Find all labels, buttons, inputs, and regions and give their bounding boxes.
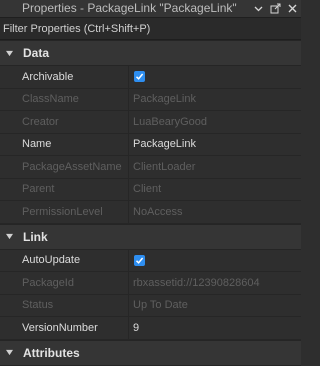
property-value: rbxassetid://12390828604: [128, 272, 301, 294]
property-name: VersionNumber: [22, 321, 98, 334]
property-name: Status: [22, 299, 54, 312]
popout-icon[interactable]: [270, 3, 281, 14]
archivable-checkbox[interactable]: [134, 71, 145, 83]
filter-bar: [0, 18, 301, 40]
property-name: Name: [22, 138, 52, 151]
window-titlebar: Properties - PackageLink "PackageLink": [0, 0, 301, 18]
property-row-packageid[interactable]: PackageId rbxassetid://12390828604: [0, 272, 301, 295]
collapse-triangle-icon: [6, 50, 13, 56]
section-link-header[interactable]: Link: [0, 223, 301, 250]
property-row-packageassetname[interactable]: PackageAssetName ClientLoader: [0, 156, 301, 179]
close-icon[interactable]: [287, 3, 298, 14]
property-value: [128, 66, 301, 88]
property-name: Creator: [22, 115, 59, 128]
section-label: Data: [23, 46, 50, 60]
property-row-creator[interactable]: Creator LuaBearyGood: [0, 111, 301, 134]
property-row-versionnumber[interactable]: VersionNumber 9: [0, 317, 301, 340]
property-name: PackageAssetName: [22, 160, 122, 173]
property-value: [128, 249, 301, 271]
property-value: Client: [128, 178, 301, 200]
property-name: Parent: [22, 183, 55, 196]
property-row-autoupdate[interactable]: AutoUpdate: [0, 249, 301, 272]
filter-properties-input[interactable]: [3, 22, 283, 35]
name-value-field[interactable]: PackageLink: [128, 133, 301, 155]
property-value: ClientLoader: [128, 156, 301, 178]
property-name: AutoUpdate: [22, 254, 81, 267]
chevron-down-icon[interactable]: [253, 3, 264, 14]
checkmark-icon: [135, 73, 144, 81]
property-value: LuaBearyGood: [128, 111, 301, 133]
property-row-status[interactable]: Status Up To Date: [0, 294, 301, 317]
section-data-header[interactable]: Data: [0, 40, 301, 66]
section-label: Link: [23, 229, 48, 244]
property-value: Up To Date: [128, 294, 301, 316]
property-value: 9: [128, 317, 301, 339]
property-name: PackageId: [22, 276, 74, 289]
property-name: PermissionLevel: [22, 205, 103, 218]
property-row-name[interactable]: Name PackageLink: [0, 133, 301, 156]
property-value: NoAccess: [128, 201, 301, 223]
checkmark-icon: [135, 257, 144, 264]
property-row-archivable[interactable]: Archivable: [0, 66, 301, 89]
property-row-classname[interactable]: ClassName PackageLink: [0, 88, 301, 111]
property-name: Archivable: [22, 70, 74, 83]
section-label: Attributes: [23, 345, 80, 360]
collapse-triangle-icon: [6, 233, 13, 240]
property-row-permissionlevel[interactable]: PermissionLevel NoAccess: [0, 201, 301, 224]
property-name: ClassName: [22, 93, 79, 106]
section-attributes-header[interactable]: Attributes: [0, 339, 301, 366]
property-row-parent[interactable]: Parent Client: [0, 178, 301, 201]
window-title: Properties - PackageLink "PackageLink": [22, 1, 237, 15]
property-value: PackageLink: [128, 88, 301, 110]
autoupdate-checkbox[interactable]: [134, 254, 145, 266]
